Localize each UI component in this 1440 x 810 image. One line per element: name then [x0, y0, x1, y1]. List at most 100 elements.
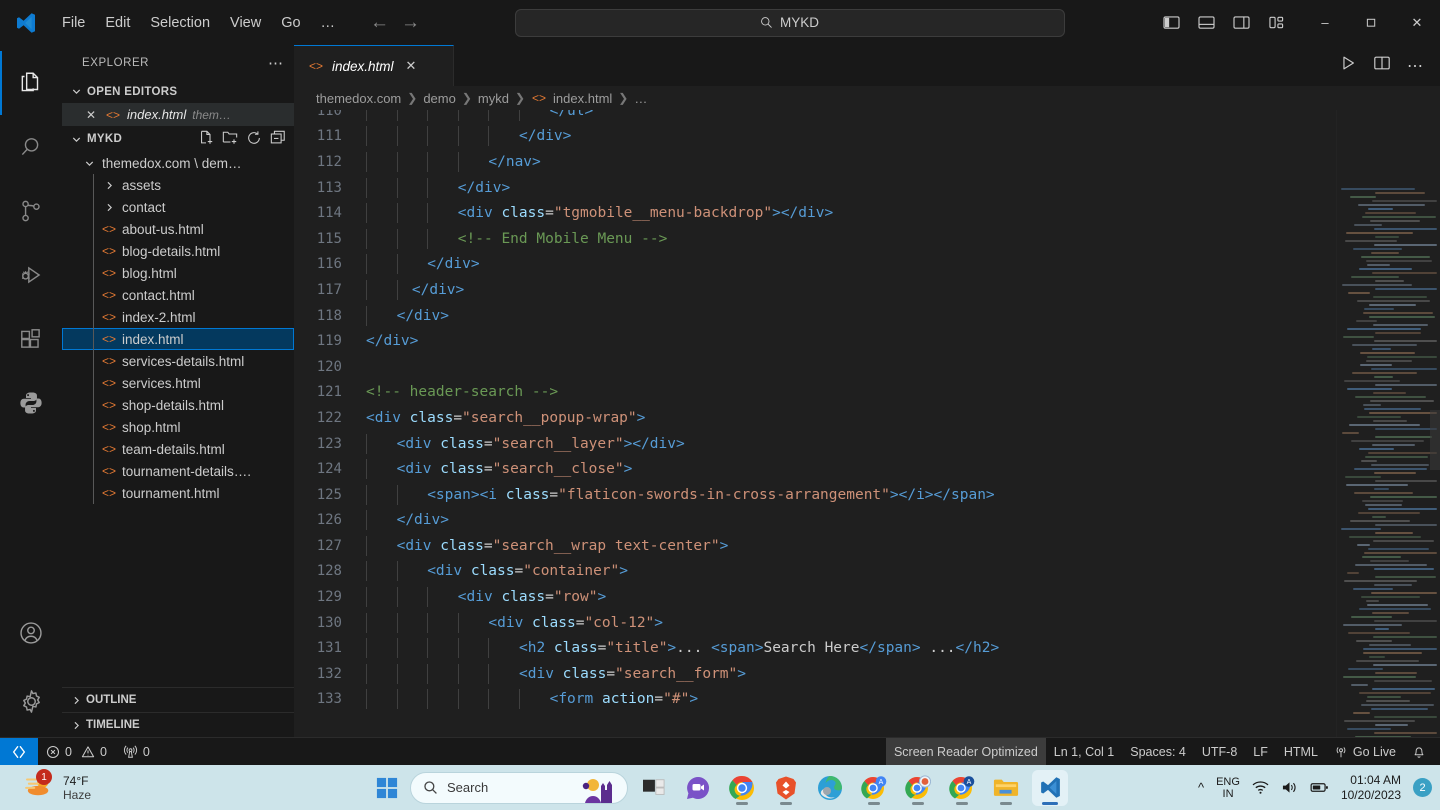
- taskbar-weather-widget[interactable]: 1 74°F Haze: [10, 769, 91, 803]
- code-line[interactable]: 113 </div>: [294, 175, 1336, 201]
- taskbar-google-chrome[interactable]: [724, 770, 760, 806]
- code-line[interactable]: 125 <span><i class="flaticon-swords-in-cr…: [294, 482, 1336, 508]
- tree-file[interactable]: <> contact.html: [62, 284, 294, 306]
- windows-start-button[interactable]: [372, 773, 402, 803]
- code-line[interactable]: 112 </nav>: [294, 149, 1336, 175]
- close-icon[interactable]: ✕: [86, 108, 99, 122]
- battery-icon[interactable]: [1310, 781, 1329, 794]
- notifications-button[interactable]: [1404, 738, 1440, 766]
- screen-reader-status[interactable]: Screen Reader Optimized: [885, 737, 1046, 766]
- tree-file[interactable]: <> about-us.html: [62, 218, 294, 240]
- code-line[interactable]: 123 <div class="search__layer"></div>: [294, 431, 1336, 457]
- taskbar-chrome-profile-a[interactable]: A: [856, 770, 892, 806]
- minimap-slider[interactable]: [1430, 410, 1440, 470]
- code-line[interactable]: 118 </div>: [294, 303, 1336, 329]
- collapse-all-icon[interactable]: [270, 130, 286, 149]
- section-timeline[interactable]: TIMELINE: [62, 712, 294, 737]
- code-line[interactable]: 127 <div class="search__wrap text-center"…: [294, 533, 1336, 559]
- arrow-left-icon[interactable]: ←: [370, 13, 389, 32]
- tree-file[interactable]: <> tournament-details….: [62, 460, 294, 482]
- activity-accounts[interactable]: [0, 601, 62, 665]
- code-line[interactable]: 121 <!-- header-search -->: [294, 380, 1336, 406]
- code-line[interactable]: 129 <div class="row">: [294, 584, 1336, 610]
- toggle-primary-sidebar-icon[interactable]: [1159, 10, 1183, 36]
- activity-explorer[interactable]: [0, 51, 62, 115]
- refresh-icon[interactable]: [246, 130, 262, 149]
- chevron-down-icon[interactable]: [81, 158, 97, 169]
- customize-layout-icon[interactable]: [1264, 10, 1288, 36]
- language-status[interactable]: HTML: [1276, 738, 1326, 766]
- tray-clock[interactable]: 01:04 AM 10/20/2023: [1341, 773, 1401, 803]
- menu-more[interactable]: …: [311, 9, 347, 37]
- code-line[interactable]: 124 <div class="search__close">: [294, 456, 1336, 482]
- menu-selection[interactable]: Selection: [140, 9, 220, 37]
- activity-source-control[interactable]: [0, 179, 62, 243]
- code-line[interactable]: 119 </div>: [294, 328, 1336, 354]
- code-line[interactable]: 115 <!-- End Mobile Menu -->: [294, 226, 1336, 252]
- taskbar-search-box[interactable]: Search: [410, 771, 628, 804]
- tree-file[interactable]: <> index.html: [62, 328, 294, 350]
- remote-window-button[interactable]: [0, 737, 38, 766]
- taskbar-chrome-profile-c[interactable]: A: [944, 770, 980, 806]
- minimap[interactable]: [1336, 110, 1440, 737]
- eol-status[interactable]: LF: [1245, 738, 1276, 766]
- code-line[interactable]: 126 </div>: [294, 508, 1336, 534]
- tree-file[interactable]: <> tournament.html: [62, 482, 294, 504]
- menu-go[interactable]: Go: [271, 9, 310, 37]
- window-minimize-button[interactable]: –: [1302, 0, 1348, 45]
- ellipsis-icon[interactable]: ⋯: [268, 54, 284, 72]
- activity-search[interactable]: [0, 115, 62, 179]
- taskbar-brave-browser[interactable]: [768, 770, 804, 806]
- tray-language[interactable]: ENG IN: [1216, 776, 1240, 800]
- speaker-icon[interactable]: [1281, 780, 1298, 795]
- section-outline[interactable]: OUTLINE: [62, 687, 294, 712]
- code-line[interactable]: 132 <div class="search__form">: [294, 661, 1336, 687]
- taskbar-task-view[interactable]: [636, 770, 672, 806]
- code-line[interactable]: 120: [294, 354, 1336, 380]
- taskbar-chat[interactable]: [680, 770, 716, 806]
- code-line[interactable]: 117 </div>: [294, 277, 1336, 303]
- tree-file[interactable]: <> index-2.html: [62, 306, 294, 328]
- new-folder-icon[interactable]: [222, 130, 238, 149]
- tree-file[interactable]: <> services.html: [62, 372, 294, 394]
- code-editor[interactable]: 110 </ul> 111 </div> 112 </nav> 113 </div> 114 <d…: [294, 110, 1440, 737]
- window-close-button[interactable]: ✕: [1394, 0, 1440, 45]
- close-icon[interactable]: ✕: [406, 58, 417, 74]
- section-open-editors[interactable]: OPEN EDITORS: [62, 80, 294, 103]
- code-line[interactable]: 122 <div class="search__popup-wrap">: [294, 405, 1336, 431]
- window-maximize-button[interactable]: [1348, 0, 1394, 45]
- code-line[interactable]: 116 </div>: [294, 252, 1336, 278]
- menu-view[interactable]: View: [220, 9, 271, 37]
- ports-status[interactable]: 0: [115, 738, 158, 766]
- toggle-panel-icon[interactable]: [1194, 10, 1218, 36]
- tree-file[interactable]: <> team-details.html: [62, 438, 294, 460]
- quick-open-input[interactable]: MYKD: [514, 8, 1065, 37]
- tree-file[interactable]: <> services-details.html: [62, 350, 294, 372]
- code-line[interactable]: 114 <div class="tgmobile__menu-backdrop">…: [294, 200, 1336, 226]
- new-file-icon[interactable]: [198, 130, 214, 149]
- toggle-secondary-sidebar-icon[interactable]: [1229, 10, 1253, 36]
- indentation-status[interactable]: Spaces: 4: [1122, 738, 1194, 766]
- notification-badge[interactable]: 2: [1413, 778, 1432, 797]
- tree-folder[interactable]: contact: [62, 196, 294, 218]
- code-scroll-area[interactable]: 110 </ul> 111 </div> 112 </nav> 113 </div> 114 <d…: [294, 110, 1336, 737]
- go-live-button[interactable]: Go Live: [1326, 738, 1404, 766]
- tree-folder[interactable]: assets: [62, 174, 294, 196]
- menu-edit[interactable]: Edit: [95, 9, 140, 37]
- tree-file[interactable]: <> shop-details.html: [62, 394, 294, 416]
- taskbar-chrome-profile-b[interactable]: [900, 770, 936, 806]
- more-actions-icon[interactable]: ⋯: [1407, 56, 1424, 76]
- code-line[interactable]: 110 </ul>: [294, 110, 1336, 124]
- breadcrumb-item-3[interactable]: index.html: [553, 91, 612, 106]
- code-line[interactable]: 111 </div>: [294, 124, 1336, 150]
- tree-file[interactable]: <> shop.html: [62, 416, 294, 438]
- code-line[interactable]: 130 <div class="col-12">: [294, 610, 1336, 636]
- tree-file[interactable]: <> blog-details.html: [62, 240, 294, 262]
- tree-file[interactable]: <> blog.html: [62, 262, 294, 284]
- code-line[interactable]: 128 <div class="container">: [294, 559, 1336, 585]
- chevron-up-icon[interactable]: ^: [1198, 780, 1204, 795]
- encoding-status[interactable]: UTF-8: [1194, 738, 1245, 766]
- taskbar-file-explorer[interactable]: [988, 770, 1024, 806]
- breadcrumb-item-1[interactable]: demo: [423, 91, 456, 106]
- chevron-right-icon[interactable]: [101, 202, 117, 213]
